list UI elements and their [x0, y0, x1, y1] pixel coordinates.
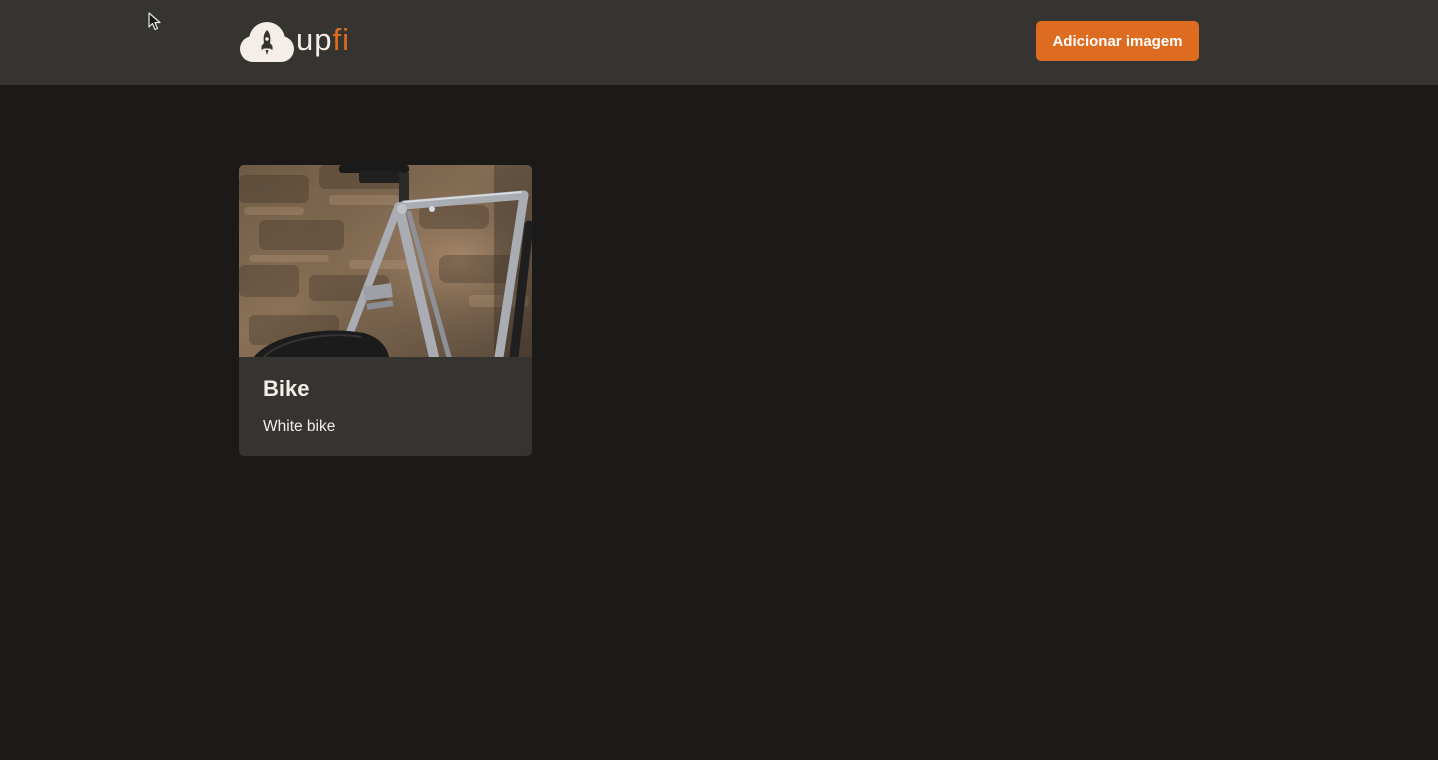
card-description: White bike	[263, 418, 336, 435]
app-header: upfi Adicionar imagem	[0, 0, 1438, 85]
logo-text-up: up	[296, 21, 333, 57]
logo-text-fi: fi	[332, 21, 350, 57]
card-title: Bike	[263, 376, 310, 401]
bike-photo[interactable]	[239, 165, 532, 357]
cloud-rocket-icon	[240, 22, 294, 62]
add-image-button[interactable]: Adicionar imagem	[1036, 21, 1199, 61]
mouse-cursor-icon	[148, 12, 161, 31]
image-card[interactable]: Bike White bike	[239, 165, 532, 456]
upfi-logo[interactable]: upfi	[239, 21, 350, 63]
logo-wordmark: upfi	[296, 20, 350, 60]
